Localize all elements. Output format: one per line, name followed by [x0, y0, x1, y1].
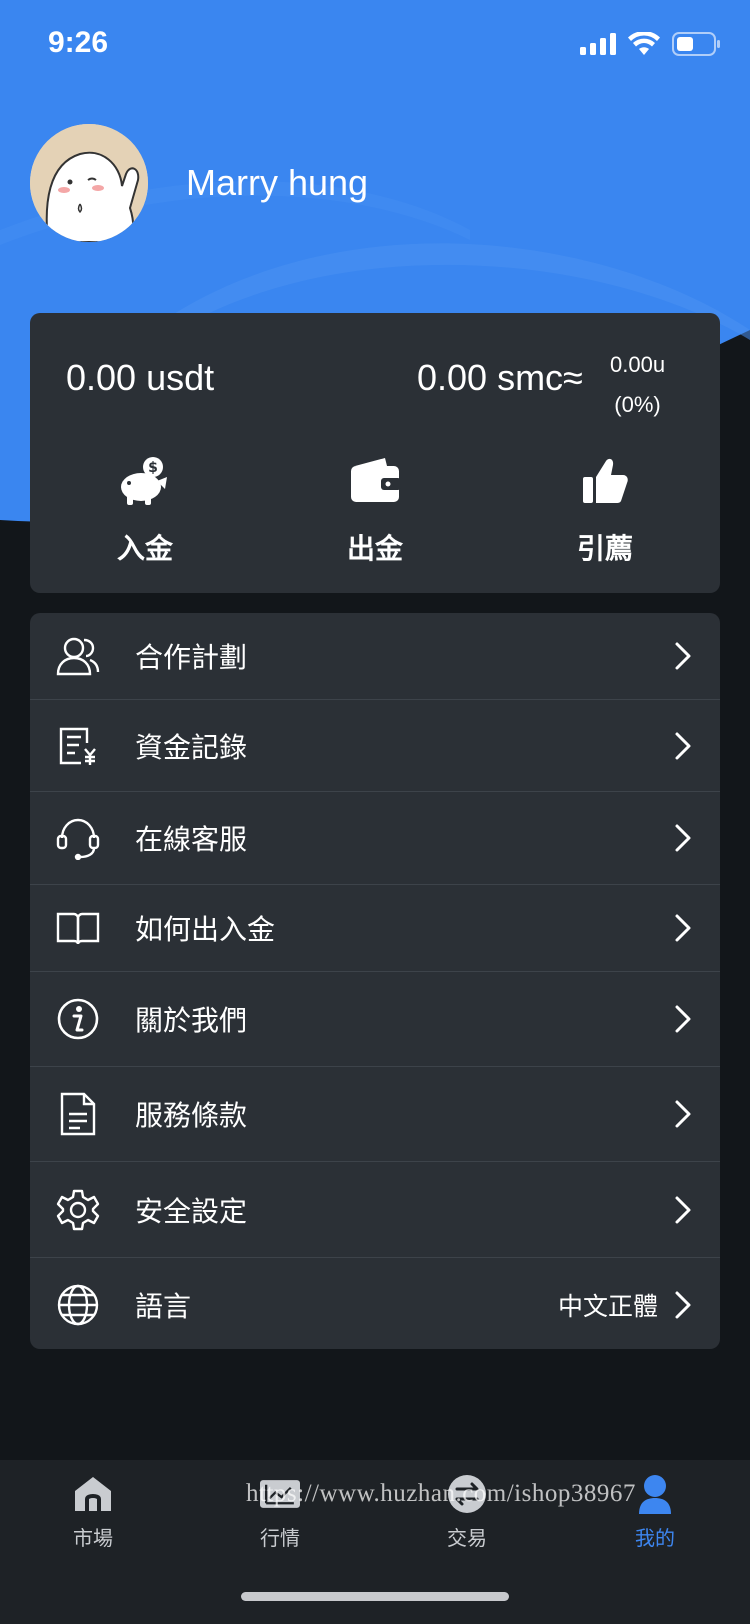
thumbs-up-icon	[581, 453, 629, 509]
referral-label: 引薦	[576, 532, 633, 565]
deposit-label: 入金	[116, 532, 173, 565]
menu-label-fund-records: 資金記錄	[135, 730, 248, 764]
signal-icon	[580, 33, 616, 59]
menu-item-terms-of-service[interactable]: 服務條款	[30, 1067, 720, 1162]
menu-list: 合作計劃 資金記錄 在線客服 如何出入金 關於我們 服務條款 安全設定 語言 中…	[30, 613, 720, 1349]
menu-item-customer-service[interactable]: 在線客服	[30, 792, 720, 885]
menu-item-language[interactable]: 語言 中文正體	[30, 1258, 720, 1349]
tab-label-trade: 交易	[447, 1526, 487, 1550]
book-icon	[56, 906, 100, 950]
withdraw-button[interactable]: 出金	[260, 453, 490, 567]
menu-label-about-us: 關於我們	[135, 1004, 248, 1037]
status-time: 9:26	[48, 26, 109, 59]
chevron-right-icon	[675, 1291, 691, 1319]
document-icon	[56, 1092, 100, 1136]
market-icon	[73, 1474, 113, 1514]
users-icon	[56, 634, 100, 678]
chevron-right-icon	[675, 824, 691, 852]
wifi-icon	[628, 31, 660, 60]
svg-text:$: $	[148, 460, 158, 476]
language-value: 中文正體	[557, 1292, 658, 1321]
info-icon	[56, 997, 100, 1041]
wallet-card: 0.00 usdt 0.00 smc≈ 0.00u (0%) $ 入金 出金 引…	[30, 313, 720, 593]
chevron-right-icon	[675, 732, 691, 759]
withdraw-label: 出金	[346, 532, 403, 565]
tab-label-quotes: 行情	[260, 1526, 300, 1550]
tab-label-mine: 我的	[635, 1526, 675, 1550]
deposit-button[interactable]: $ 入金	[30, 453, 260, 567]
menu-label-language: 語言	[135, 1290, 192, 1323]
tab-market[interactable]: 市場	[33, 1474, 153, 1551]
chevron-right-icon	[675, 1196, 691, 1223]
avatar[interactable]	[30, 124, 148, 242]
username: Marry hung	[186, 162, 369, 203]
menu-item-partnership[interactable]: 合作計劃	[30, 613, 720, 700]
wallet-actions: $ 入金 出金 引薦	[30, 453, 720, 567]
menu-label-deposit-guide: 如何出入金	[135, 913, 276, 946]
referral-button[interactable]: 引薦	[490, 453, 720, 567]
menu-item-security-settings[interactable]: 安全設定	[30, 1162, 720, 1258]
chevron-right-icon	[675, 914, 691, 942]
smc-change: (0%)	[614, 392, 661, 417]
tab-label-market: 市場	[73, 1526, 113, 1550]
battery-icon	[672, 32, 722, 60]
smc-value: 0.00u	[610, 352, 666, 377]
smc-value-block: 0.00u (0%)	[610, 345, 665, 425]
wallet-icon	[349, 453, 401, 509]
usdt-balance: 0.00 usdt	[66, 357, 215, 398]
gear-icon	[56, 1188, 100, 1232]
menu-label-terms-of-service: 服務條款	[135, 1099, 248, 1132]
watermark-text: https://www.huzhan.com/ishop38967	[246, 1480, 636, 1507]
globe-icon	[56, 1283, 100, 1327]
menu-item-fund-records[interactable]: 資金記錄	[30, 700, 720, 792]
status-bar: 9:26	[0, 0, 750, 90]
menu-item-deposit-guide[interactable]: 如何出入金	[30, 885, 720, 972]
chevron-right-icon	[675, 1100, 691, 1128]
home-indicator	[241, 1592, 509, 1601]
headset-icon	[56, 816, 100, 860]
smc-balance: 0.00 smc≈	[417, 357, 583, 398]
menu-label-customer-service: 在線客服	[135, 823, 248, 856]
piggy-bank-icon: $	[117, 453, 173, 509]
chevron-right-icon	[675, 1005, 691, 1033]
chevron-right-icon	[675, 642, 691, 670]
user-icon	[635, 1474, 675, 1514]
menu-label-security-settings: 安全設定	[135, 1194, 248, 1228]
menu-item-about-us[interactable]: 關於我們	[30, 972, 720, 1067]
fund-record-icon	[56, 724, 100, 768]
menu-label-partnership: 合作計劃	[135, 641, 248, 674]
profile-header: Marry hung	[30, 124, 368, 242]
